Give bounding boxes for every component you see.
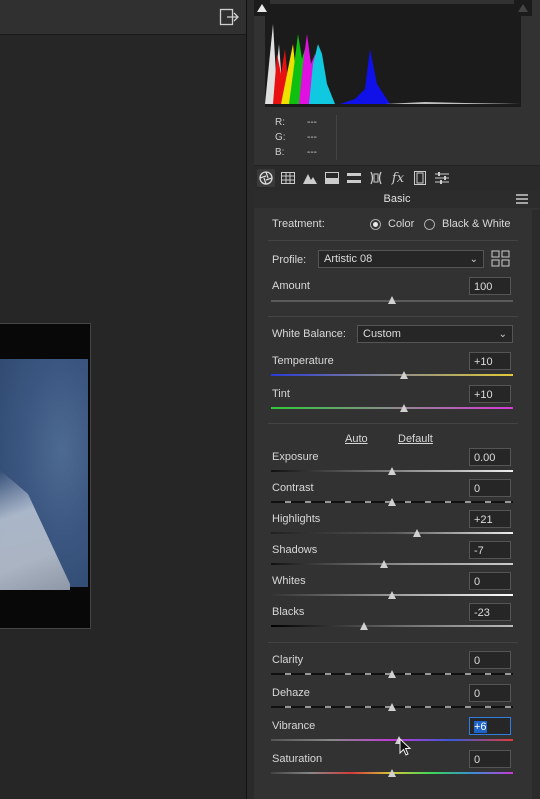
exposure-slider-thumb[interactable]: [388, 467, 396, 475]
saturation-slider-thumb[interactable]: [388, 769, 396, 777]
chevron-down-icon: ⌄: [469, 254, 478, 265]
profile-dropdown[interactable]: Artistic 08 ⌄: [318, 250, 484, 268]
shadows-slider-thumb[interactable]: [380, 560, 388, 568]
cursor-icon: [399, 737, 413, 758]
chevron-down-icon: ⌄: [498, 329, 507, 340]
grid-icon[interactable]: [279, 169, 297, 187]
panel-tabs: fx: [254, 165, 540, 191]
highlights-slider-track[interactable]: [271, 532, 513, 534]
r-label: R:: [275, 117, 285, 128]
clarity-slider-thumb[interactable]: [388, 670, 396, 678]
highlights-label: Highlights: [272, 513, 321, 525]
whites-slider-thumb[interactable]: [388, 591, 396, 599]
fx-icon[interactable]: fx: [389, 169, 407, 187]
temperature-slider-track[interactable]: [271, 374, 513, 376]
treatment-bw-label[interactable]: Black & White: [442, 218, 510, 230]
vibrance-input[interactable]: +6: [469, 717, 511, 735]
clarity-label: Clarity: [272, 654, 304, 666]
treatment-color-radio[interactable]: [370, 219, 381, 230]
mountains-icon[interactable]: [301, 169, 319, 187]
blacks-slider-thumb[interactable]: [360, 622, 368, 630]
tint-label: Tint: [272, 388, 290, 400]
temperature-slider-thumb[interactable]: [400, 371, 408, 379]
amount-label: Amount: [272, 280, 310, 292]
canvas-toolbar: [0, 0, 246, 35]
shadow-clipping-icon[interactable]: [254, 0, 270, 16]
r-value: ---: [307, 117, 317, 128]
whites-input[interactable]: 0: [469, 572, 511, 590]
g-label: G:: [275, 132, 286, 143]
dehaze-label: Dehaze: [272, 687, 310, 699]
divider: [268, 316, 518, 317]
panel-menu-icon[interactable]: [516, 194, 528, 204]
vibrance-label: Vibrance: [272, 720, 316, 732]
divider: [268, 642, 518, 643]
shadows-label: Shadows: [272, 544, 318, 556]
highlights-slider-thumb[interactable]: [413, 529, 421, 537]
auto-link[interactable]: Auto: [345, 433, 368, 445]
shadows-input[interactable]: -7: [469, 541, 511, 559]
section-title: Basic: [254, 190, 540, 208]
blacks-slider-track[interactable]: [271, 625, 513, 627]
contrast-input[interactable]: 0: [469, 479, 511, 497]
profile-value: Artistic 08: [324, 253, 373, 265]
exposure-input[interactable]: 0.00: [469, 448, 511, 466]
divider: [268, 240, 518, 241]
amount-input[interactable]: 100: [469, 277, 511, 295]
amount-slider-thumb[interactable]: [388, 296, 396, 304]
wb-label: White Balance:: [272, 328, 346, 340]
saturation-label: Saturation: [272, 753, 323, 765]
clarity-input[interactable]: 0: [469, 651, 511, 669]
contrast-label: Contrast: [272, 482, 314, 494]
divider: [336, 115, 337, 160]
treatment-bw-radio[interactable]: [424, 219, 435, 230]
split-tone-icon[interactable]: [323, 169, 341, 187]
exposure-label: Exposure: [272, 451, 319, 463]
saturation-input[interactable]: 0: [469, 750, 511, 768]
tint-slider-track[interactable]: [271, 407, 513, 409]
b-label: B:: [275, 147, 285, 158]
whites-label: Whites: [272, 575, 306, 587]
dehaze-slider-thumb[interactable]: [388, 703, 396, 711]
b-value: ---: [307, 147, 317, 158]
wb-dropdown[interactable]: Custom ⌄: [357, 325, 513, 343]
highlights-input[interactable]: +21: [469, 510, 511, 528]
divider: [268, 423, 518, 424]
treatment-color-label[interactable]: Color: [388, 218, 414, 230]
detail-icon[interactable]: [345, 169, 363, 187]
panel-scrollbar[interactable]: [532, 210, 540, 799]
temperature-input[interactable]: +10: [469, 352, 511, 370]
exit-fullscreen-icon[interactable]: [219, 8, 239, 26]
highlight-clipping-icon[interactable]: [514, 0, 532, 16]
default-link[interactable]: Default: [398, 433, 433, 445]
vibrance-value: +6: [474, 721, 487, 733]
tint-input[interactable]: +10: [469, 385, 511, 403]
tint-slider-thumb[interactable]: [400, 404, 408, 412]
g-value: ---: [307, 132, 317, 143]
blacks-label: Blacks: [272, 606, 305, 618]
profile-browser-icon[interactable]: [491, 250, 511, 268]
profile-label: Profile:: [272, 254, 307, 266]
dehaze-input[interactable]: 0: [469, 684, 511, 702]
treatment-label: Treatment:: [272, 218, 325, 230]
film-icon[interactable]: [411, 169, 429, 187]
blacks-input[interactable]: -23: [469, 603, 511, 621]
shadows-slider-track[interactable]: [271, 563, 513, 565]
contrast-slider-thumb[interactable]: [388, 498, 396, 506]
sliders-icon[interactable]: [433, 169, 451, 187]
aperture-icon[interactable]: [257, 169, 275, 187]
wb-value: Custom: [363, 328, 401, 340]
lens-icon[interactable]: [367, 169, 385, 187]
histogram: [265, 4, 521, 107]
vibrance-slider-track[interactable]: [271, 739, 513, 741]
temperature-label: Temperature: [272, 355, 334, 367]
